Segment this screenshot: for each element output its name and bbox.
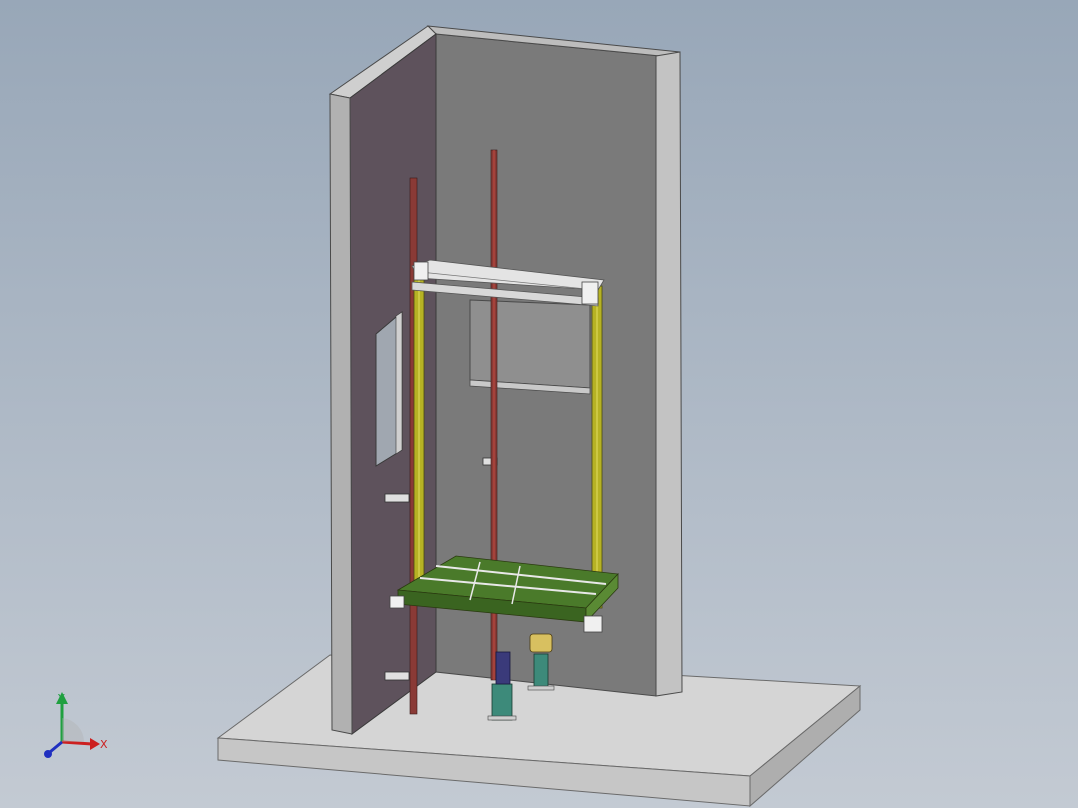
elevator-shaft-3d-model[interactable]: Y X (0, 0, 1078, 808)
y-axis-label: Y (57, 692, 65, 705)
platform-bracket-icon (583, 615, 603, 633)
rail-bracket-icon (384, 493, 410, 503)
back-wall-right-edge (655, 51, 683, 697)
x-axis-label: X (100, 738, 108, 751)
graphics-viewport[interactable]: Y X (0, 0, 1078, 808)
back-wall-opening (469, 299, 591, 389)
buffer-right-base (533, 653, 549, 689)
buffer-left-base (491, 683, 513, 721)
x-axis-icon (61, 740, 93, 746)
left-wall-window-reveal (395, 311, 403, 455)
rail-bracket-icon (384, 671, 410, 681)
buffer-right-head (529, 633, 553, 653)
buffer-left-body (495, 651, 511, 685)
header-bracket-icon (413, 261, 429, 281)
header-bracket-icon (581, 281, 599, 305)
buffer-left-plate (487, 715, 517, 721)
left-wall-front-edge (329, 93, 353, 735)
buffer-right-plate (527, 685, 555, 691)
platform-bracket-icon (389, 595, 405, 609)
z-arrow-icon (44, 750, 52, 758)
